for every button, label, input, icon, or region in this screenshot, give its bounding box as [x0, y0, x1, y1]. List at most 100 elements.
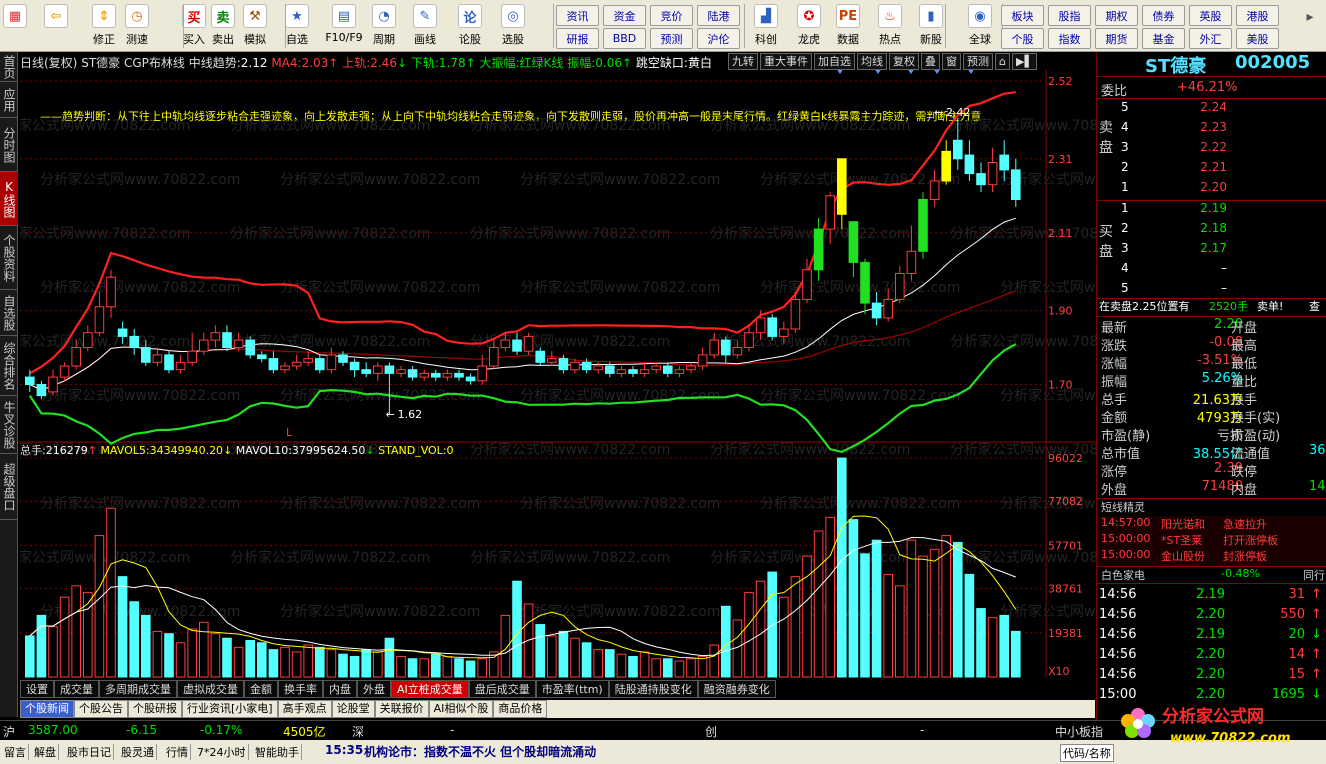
quick-nav-button[interactable]: 沪伦 — [697, 28, 740, 49]
toolbar-hot-button[interactable]: ♨ 热点 — [872, 2, 908, 50]
candle-body[interactable] — [233, 339, 244, 349]
volume-bar[interactable] — [918, 555, 928, 678]
chart-button-6[interactable]: 窗 — [942, 53, 961, 70]
indicator-tab-11[interactable]: 陆股通持股变化 — [608, 680, 698, 698]
info-tab-5[interactable]: 论股堂 — [331, 700, 375, 718]
chart-button-1[interactable]: 重大事件 — [760, 53, 812, 70]
event-marker[interactable] — [907, 70, 915, 74]
volume-bar[interactable] — [999, 614, 1010, 678]
volume-bar[interactable] — [929, 548, 940, 678]
candle-body[interactable] — [906, 250, 917, 275]
volume-bar[interactable] — [721, 605, 731, 678]
candle-body[interactable] — [187, 350, 197, 363]
candle-body[interactable] — [941, 150, 952, 182]
candle-body[interactable] — [83, 332, 93, 349]
volume-bar[interactable] — [152, 630, 163, 678]
volume-bar[interactable] — [36, 614, 47, 678]
indicator-tab-8[interactable]: AI立桩成交量 — [391, 680, 469, 698]
market-nav-button[interactable]: 港股 — [1236, 5, 1279, 26]
candle-body[interactable] — [953, 139, 963, 160]
volume-bar[interactable] — [25, 635, 35, 678]
market-nav-button[interactable]: 期货 — [1095, 28, 1138, 49]
volume-bar[interactable] — [755, 580, 766, 678]
left-tab-3[interactable]: K线图 — [0, 172, 18, 226]
candle-body[interactable] — [245, 339, 255, 356]
candle-body[interactable] — [581, 361, 592, 371]
candle-body[interactable] — [175, 361, 186, 371]
volume-bar[interactable] — [790, 576, 801, 678]
volume-bar[interactable] — [419, 658, 429, 678]
candle-body[interactable] — [129, 335, 140, 348]
volume-bar[interactable] — [605, 649, 615, 678]
candle-body[interactable] — [25, 376, 35, 386]
toolbar-period-button[interactable]: ◔ 周期 — [367, 2, 401, 50]
toolbar-globe-button[interactable]: ◉ 全球 — [962, 2, 998, 50]
candle-body[interactable] — [790, 298, 801, 330]
quick-nav-button[interactable]: 资金 — [603, 5, 646, 26]
toolbar-clock-button[interactable]: ◷ 测速 — [120, 2, 154, 50]
lock-icon[interactable]: ⌂ — [995, 53, 1010, 70]
volume-bar[interactable] — [187, 628, 197, 678]
candle-body[interactable] — [744, 332, 754, 349]
info-tab-3[interactable]: 行业资讯[小家电] — [182, 700, 278, 718]
volume-bar[interactable] — [871, 539, 882, 678]
toolbar-f10-button[interactable]: ▤ F10/F9 — [325, 2, 363, 50]
event-marker[interactable] — [836, 70, 844, 74]
bid-price-2[interactable]: 2.18 — [1197, 221, 1227, 239]
volume-bar[interactable] — [1011, 630, 1021, 678]
volume-bar[interactable] — [767, 571, 778, 678]
market-nav-button[interactable]: 英股 — [1189, 5, 1232, 26]
candle-body[interactable] — [628, 369, 638, 374]
left-tab-4[interactable]: 个股资料 — [0, 226, 18, 290]
candle-body[interactable] — [964, 154, 975, 175]
candle-body[interactable] — [686, 365, 696, 371]
candle-body[interactable] — [709, 339, 720, 356]
volume-bar[interactable] — [141, 614, 151, 678]
volume-bar[interactable] — [384, 637, 395, 678]
candle-body[interactable] — [48, 376, 58, 393]
candle-body[interactable] — [500, 339, 511, 349]
volume-bar[interactable] — [442, 655, 453, 678]
left-tab-5[interactable]: 自选股 — [0, 290, 18, 336]
indicator-tab-9[interactable]: 盘后成交量 — [468, 680, 536, 698]
candle-body[interactable] — [721, 339, 731, 356]
candle-body[interactable] — [987, 162, 998, 186]
chart-button-7[interactable]: 预测 — [963, 53, 993, 70]
toolbar-sell-button[interactable]: 卖卖出 — [206, 2, 240, 50]
bid-price-1[interactable]: 2.19 — [1197, 201, 1227, 219]
candle-body[interactable] — [152, 354, 163, 363]
volume-bar[interactable] — [164, 633, 174, 678]
candle-body[interactable] — [489, 347, 499, 367]
quick-nav-button[interactable]: 研报 — [556, 28, 599, 49]
candle-body[interactable] — [813, 228, 824, 271]
volume-bar[interactable] — [860, 553, 870, 678]
candle-body[interactable] — [779, 328, 789, 337]
bottom-link-3[interactable]: 股灵通 — [119, 744, 157, 760]
candle-body[interactable] — [106, 276, 116, 308]
indicator-tab-0[interactable]: 设置 — [20, 680, 54, 698]
candle-body[interactable] — [396, 369, 406, 374]
volume-bar[interactable] — [268, 649, 279, 678]
ask-price-3[interactable]: 2.22 — [1197, 140, 1227, 158]
volume-bar[interactable] — [848, 519, 859, 678]
candle-body[interactable] — [605, 365, 615, 374]
bottom-link-1[interactable]: 解盘 — [32, 744, 59, 760]
volume-bar[interactable] — [686, 658, 696, 678]
volume-bar[interactable] — [964, 573, 975, 678]
candle-body[interactable] — [535, 350, 546, 363]
indicator-tab-6[interactable]: 内盘 — [323, 680, 357, 698]
info-tab-7[interactable]: AI相似个股 — [428, 700, 494, 718]
toolbar-new-stock-button[interactable]: ▮ 新股 — [913, 2, 949, 50]
quick-nav-button[interactable]: BBD — [603, 28, 646, 49]
left-tab-6[interactable]: 综合排名 — [0, 336, 18, 396]
bottom-link-2[interactable]: 股市日记 — [65, 744, 114, 760]
ask-price-1[interactable]: 2.20 — [1197, 180, 1227, 198]
info-tab-8[interactable]: 商品价格 — [493, 700, 548, 718]
candle-body[interactable] — [767, 317, 778, 337]
candle-body[interactable] — [732, 347, 743, 356]
candle-body[interactable] — [883, 298, 894, 319]
event-marker[interactable] — [967, 70, 975, 74]
ask-note-check[interactable]: 查 — [1309, 298, 1320, 316]
bottom-link-5[interactable]: 7*24小时 — [195, 744, 249, 760]
volume-bar[interactable] — [837, 457, 847, 678]
